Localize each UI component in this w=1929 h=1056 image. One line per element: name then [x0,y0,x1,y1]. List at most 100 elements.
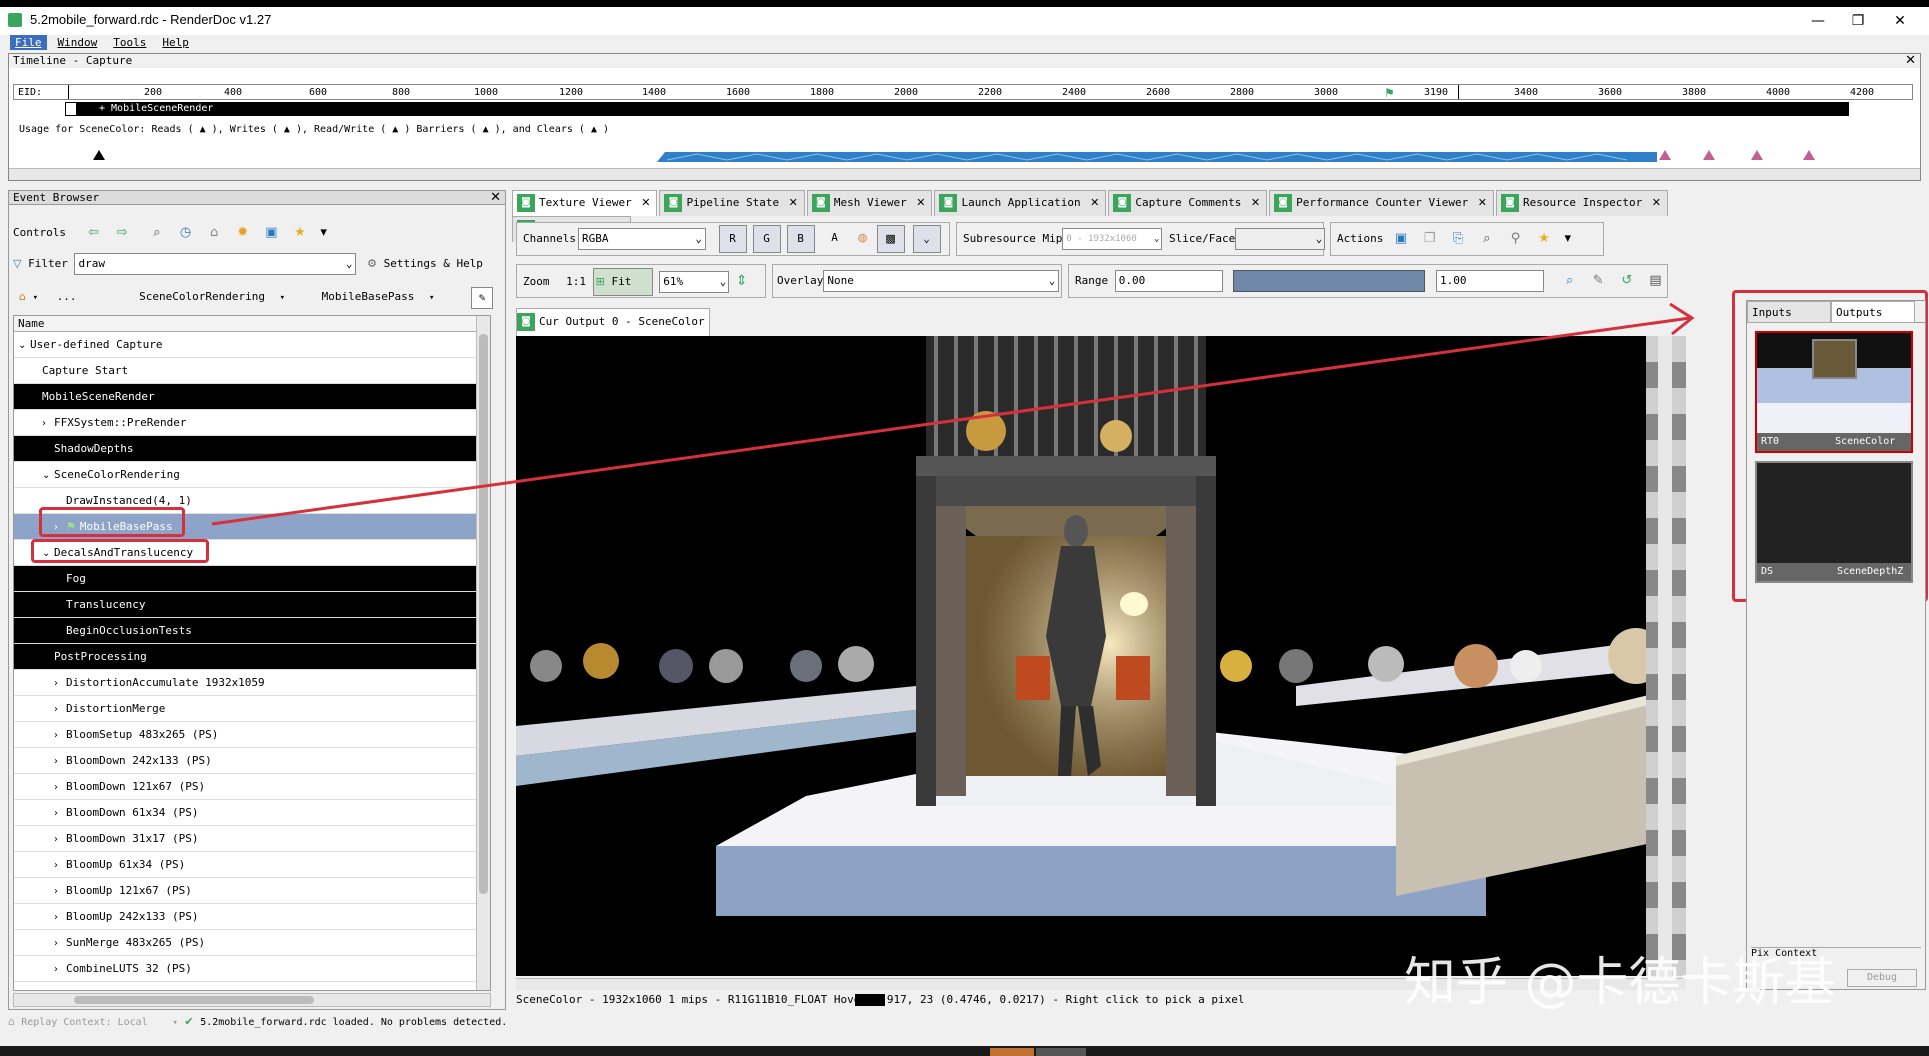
tree-row[interactable]: › DistortionMerge [14,696,490,722]
copy-icon[interactable]: ❐ [1419,229,1441,249]
settings-help-button[interactable]: Settings & Help [384,257,483,270]
chevron-right-icon[interactable]: › [54,957,66,983]
chevron-right-icon[interactable]: › [54,723,66,749]
chevron-right-icon[interactable]: › [54,827,66,853]
tree-hscroll-thumb[interactable] [74,996,314,1004]
menu-tools[interactable]: Tools [108,35,151,50]
binoculars-icon[interactable]: ⌕ [146,223,168,243]
debug-button[interactable]: Debug [1847,969,1917,987]
tree-vscrollbar[interactable] [476,316,490,990]
chevron-right-icon[interactable]: › [54,879,66,905]
reset-range-icon[interactable]: ↺ [1616,271,1638,291]
arrow-right-icon[interactable]: ⇨ [111,223,133,243]
tree-row[interactable]: › BloomUp 121x67 (PS) [14,878,490,904]
chevron-right-icon[interactable]: › [54,749,66,775]
color-wheel-icon[interactable]: ◍ [849,225,877,253]
chevron-right-icon[interactable]: › [54,801,66,827]
tree-row[interactable]: ShadowDepths [14,436,490,462]
chevron-down-icon[interactable]: ▾ [318,223,330,243]
tree-row[interactable]: PostProcessing [14,644,490,670]
range-min-input[interactable]: 0.00 [1114,270,1223,292]
tree-row[interactable]: Capture Start [14,358,490,384]
zoom-range-icon[interactable]: ⌕ [1559,271,1581,291]
link-icon[interactable]: ⚲ [1504,229,1526,249]
tab-close-icon[interactable]: ✕ [1087,196,1099,209]
inputs-tab[interactable]: Inputs [1747,301,1831,323]
tree-icon[interactable]: ⌂ [203,223,225,243]
output-thumb-scenedepthz[interactable]: DS SceneDepthZ [1755,461,1913,583]
timeline-hscrollbar[interactable] [9,168,1920,180]
chevron-down-icon[interactable]: ▾ [280,293,285,303]
timeline-ruler[interactable]: EID: 200 400 600 800 1000 1200 1400 1600 1800 200… [13,84,1913,100]
tree-row[interactable]: Fog [14,566,490,592]
flip-arrow-icon[interactable]: ⇕ [736,273,748,289]
chevron-down-icon[interactable]: ⌄ [346,254,353,274]
tab-close-icon[interactable]: ✕ [1648,196,1661,209]
channel-a-button[interactable]: A [821,225,849,253]
maximize-button[interactable]: ❐ [1838,10,1878,32]
tab-close-icon[interactable]: ✕ [785,196,798,209]
bookmark-star-icon[interactable]: ★ [289,223,311,243]
chevron-down-icon[interactable]: ⌄ [42,463,54,489]
open-icon[interactable]: ⎘ [1447,229,1469,249]
viewport-vscrollbar[interactable] [1658,336,1672,976]
tab-mesh-viewer[interactable]: ◙ Mesh Viewer ✕ [806,190,933,216]
tab-performance-counter-viewer[interactable]: ◙ Performance Counter Viewer ✕ [1269,190,1494,216]
range-max-input[interactable]: 1.00 [1436,270,1544,292]
close-window-button[interactable]: ✕ [1880,10,1920,32]
channels-select[interactable]: RGBA ⌄ [577,228,706,250]
channel-r-button[interactable]: R [718,225,747,253]
zoom-select[interactable]: 61% ⌄ [659,271,730,293]
range-histogram-slider[interactable] [1233,270,1426,292]
tree-row[interactable]: › BloomDown 242x133 (PS) [14,748,490,774]
settings-gear-icon[interactable]: ⚙ [367,257,377,270]
tab-launch-application[interactable]: ◙ Launch Application ✕ [934,190,1107,216]
tree-hscrollbar[interactable] [13,993,491,1007]
settings-star-icon[interactable]: ★ [1533,229,1555,249]
taskbar-item[interactable] [990,1048,1034,1056]
chevron-down-icon[interactable]: ⌄ [1154,229,1159,249]
tab-resource-inspector[interactable]: ◙ Resource Inspector ✕ [1495,190,1668,216]
tree-row[interactable]: ⌄ SceneColorRendering [14,462,490,488]
channel-g-button[interactable]: G [752,225,781,253]
tab-pipeline-state[interactable]: ◙ Pipeline State ✕ [659,190,805,216]
tab-texture-viewer[interactable]: ◙ Texture Viewer ✕ [512,190,658,216]
tree-row[interactable]: › DistortionAccumulate 1932x1059 [14,670,490,696]
minimize-button[interactable]: — [1798,10,1838,32]
tree-row[interactable]: BeginOcclusionTests [14,618,490,644]
tree-row[interactable]: › BloomDown 31x17 (PS) [14,826,490,852]
tree-row[interactable]: › BloomUp 242x133 (PS) [14,904,490,930]
event-browser-close-icon[interactable]: ✕ [490,191,501,205]
edit-bookmark-icon[interactable]: ✎ [471,287,493,309]
tree-row[interactable]: › BloomDown 61x34 (PS) [14,800,490,826]
menu-file[interactable]: File [10,35,47,50]
replay-context-label[interactable]: Replay Context: Local [21,1017,147,1028]
slice-face-select[interactable]: ⌄ [1235,228,1326,250]
tree-row[interactable]: ⌄ User-defined Capture [14,332,490,358]
usage-bar[interactable] [657,150,1657,164]
overlay-select[interactable]: None ⌄ [823,270,1060,292]
tree-row[interactable]: › CombineLUTS 32 (PS) [14,956,490,982]
tree-row[interactable]: › SunMerge 483x265 (PS) [14,930,490,956]
chevron-down-icon[interactable]: ⌄ [1316,229,1323,249]
tree-row[interactable]: Translucency [14,592,490,618]
arrow-left-icon[interactable]: ⇦ [83,223,105,243]
output-tab[interactable]: ◙ Cur Output 0 - SceneColor [516,308,710,336]
timeline-close-icon[interactable]: ✕ [1905,54,1916,68]
tree-row[interactable]: › BloomDown 121x67 (PS) [14,774,490,800]
fit-button[interactable]: ⊞ Fit [592,268,653,296]
tab-close-icon[interactable]: ✕ [913,196,925,209]
tab-capture-comments[interactable]: ◙ Capture Comments ✕ [1108,190,1268,216]
taskbar-item[interactable] [1036,1048,1086,1056]
tree-vscroll-thumb[interactable] [479,334,488,894]
chevron-down-icon[interactable]: ⌄ [912,225,941,253]
chevron-down-icon[interactable]: ▾ [172,1018,177,1028]
histogram-icon[interactable]: ▤ [1645,271,1667,291]
home-icon[interactable]: ⌂ [19,290,26,303]
chevron-right-icon[interactable]: › [54,775,66,801]
tree-row[interactable]: › FFXSystem::PreRender [14,410,490,436]
menu-window[interactable]: Window [53,35,103,50]
chevron-right-icon[interactable]: › [54,905,66,931]
breadcrumb-mobilebasepass[interactable]: MobileBasePass [322,290,415,303]
chevron-down-icon[interactable]: ⌄ [695,229,702,249]
